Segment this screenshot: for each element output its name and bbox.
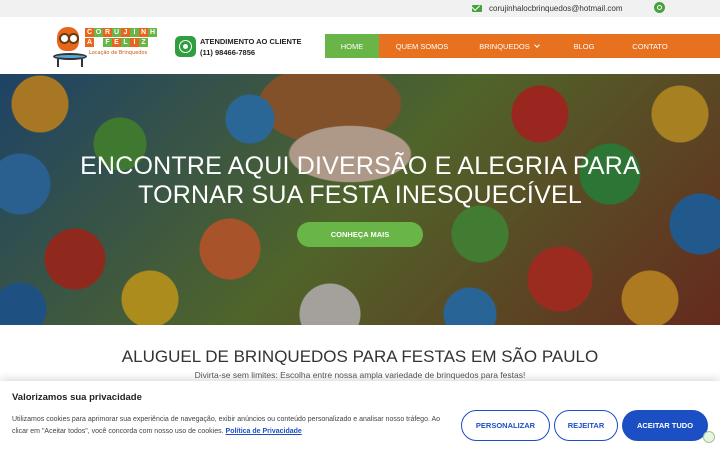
logo-letter: C xyxy=(85,28,94,37)
logo-letter: U xyxy=(112,28,121,37)
customer-service-contact[interactable]: ATENDIMENTO AO CLIENTE (11) 98466-7856 xyxy=(175,36,302,57)
learn-more-button[interactable]: CONHEÇA MAIS xyxy=(297,222,423,247)
logo-letter: H xyxy=(148,28,157,37)
trampoline-legs xyxy=(57,59,83,67)
logo-letter: J xyxy=(121,28,130,37)
cookie-banner-text: Utilizamos cookies para aprimorar sua ex… xyxy=(12,414,457,438)
logo-letter: Z xyxy=(139,38,148,47)
customer-service-phone[interactable]: (11) 98466-7856 xyxy=(200,48,302,57)
logo-wordmark-row2: FELIZ xyxy=(103,38,148,48)
cookie-settings-icon[interactable] xyxy=(703,431,715,443)
logo-letter: E xyxy=(112,38,121,47)
logo-letter: N xyxy=(139,28,148,37)
cookie-banner-title: Valorizamos sua privacidade xyxy=(12,392,142,403)
whatsapp-icon[interactable] xyxy=(175,36,196,57)
logo-subtitle: Locação de Brinquedos xyxy=(89,50,148,56)
hero-headline-line1: ENCONTRE AQUI DIVERSÃO E ALEGRIA PARA xyxy=(80,152,640,180)
nav-item-label: HOME xyxy=(340,41,364,51)
logo-letter: L xyxy=(121,38,130,47)
top-bar: corujinhalocbrinquedos@hotmail.com xyxy=(0,0,720,17)
reject-button[interactable]: REJEITAR xyxy=(554,410,618,441)
nav-item-label: QUEM SOMOS xyxy=(395,41,449,51)
nav-item-label: BLOG xyxy=(573,41,595,51)
nav-item-quem-somos[interactable]: QUEM SOMOS xyxy=(379,34,465,58)
logo-letter: O xyxy=(94,28,103,37)
logo-letter: I xyxy=(130,28,139,37)
logo-letter: I xyxy=(130,38,139,47)
instagram-icon[interactable] xyxy=(654,2,665,13)
email-address[interactable]: corujinhalocbrinquedos@hotmail.com xyxy=(489,4,623,13)
section-title: ALUGUEL DE BRINQUEDOS PARA FESTAS EM SÃO… xyxy=(121,347,599,366)
customize-button[interactable]: PERSONALIZAR xyxy=(461,410,550,441)
nav-item-label: BRINQUEDOS xyxy=(479,41,530,51)
main-nav: HOME QUEM SOMOS BRINQUEDOS BLOG CONTATO xyxy=(325,34,720,58)
envelope-icon xyxy=(472,5,482,12)
customer-service-label: ATENDIMENTO AO CLIENTE xyxy=(200,36,302,46)
cookie-consent-banner: Valorizamos sua privacidade Utilizamos c… xyxy=(0,381,720,450)
nav-item-blog[interactable]: BLOG xyxy=(553,34,615,58)
nav-item-contato[interactable]: CONTATO xyxy=(615,34,685,58)
nav-item-home[interactable]: HOME xyxy=(325,34,379,58)
logo-letter: R xyxy=(103,28,112,37)
logo-letter: F xyxy=(103,38,112,47)
hero-headline-line2: TORNAR SUA FESTA INESQUECÍVEL xyxy=(138,181,582,209)
hero-banner: ENCONTRE AQUI DIVERSÃO E ALEGRIA PARA TO… xyxy=(0,74,720,325)
site-header: CORUJINH A FELIZ Locação de Brinquedos AT… xyxy=(0,17,720,74)
chevron-down-icon xyxy=(533,41,540,48)
logo-letter: A xyxy=(85,38,94,47)
nav-item-brinquedos[interactable]: BRINQUEDOS xyxy=(465,34,553,58)
accept-all-button[interactable]: ACEITAR TUDO xyxy=(622,410,708,441)
section-subtitle: Divirta-se sem limites: Escolha entre no… xyxy=(194,370,526,380)
email-link[interactable]: corujinhalocbrinquedos@hotmail.com xyxy=(472,3,623,14)
hero-headline: ENCONTRE AQUI DIVERSÃO E ALEGRIA PARA TO… xyxy=(0,152,720,210)
privacy-policy-link[interactable]: Política de Privacidade xyxy=(226,428,302,435)
nav-item-label: CONTATO xyxy=(632,41,668,51)
owl-mascot-icon xyxy=(57,27,79,51)
site-logo[interactable]: CORUJINH A FELIZ Locação de Brinquedos xyxy=(53,25,163,70)
